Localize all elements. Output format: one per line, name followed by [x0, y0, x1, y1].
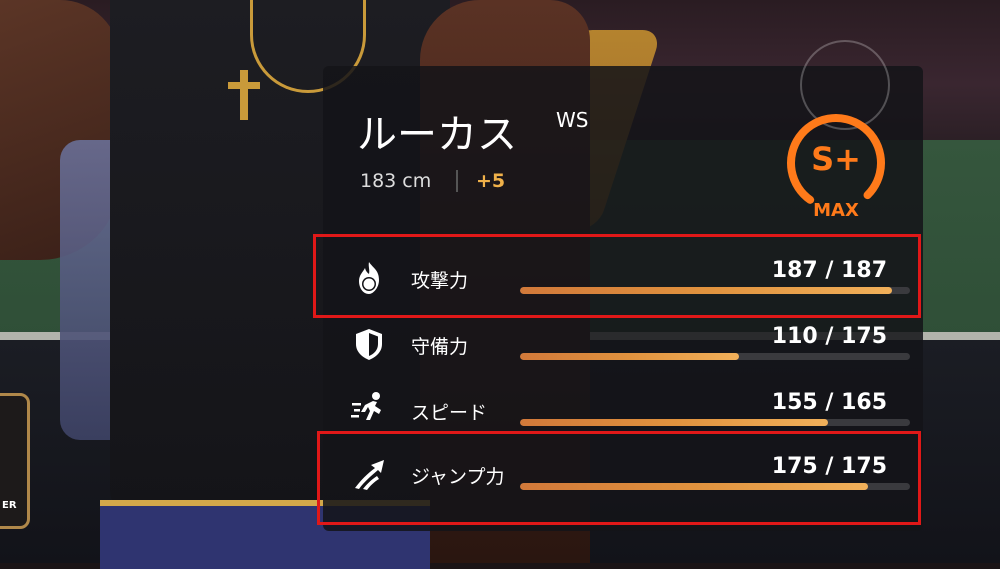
shield-icon — [356, 329, 382, 360]
stat-bar-track — [520, 353, 910, 360]
player-bonus: +5 — [476, 170, 506, 192]
stat-bar-fill — [520, 419, 829, 426]
cross-pendant-bar — [228, 82, 260, 89]
stat-value: 110 / 175 — [771, 324, 887, 349]
rank-grade: S+ — [811, 140, 861, 178]
stat-value: 155 / 165 — [771, 390, 887, 415]
stat-label: スピード — [411, 402, 488, 424]
highlight-box-jump — [317, 431, 921, 525]
stat-label: 守備力 — [411, 336, 469, 358]
highlight-box-attack — [313, 234, 921, 318]
side-badge-text: ER — [2, 500, 17, 511]
divider — [456, 170, 458, 192]
stat-bar-track — [520, 419, 910, 426]
rank-status: MAX — [813, 200, 859, 221]
player-name: ルーカス — [357, 112, 517, 158]
running-figure-icon — [351, 392, 381, 420]
player-height: 183 cm — [360, 170, 432, 192]
cross-pendant-icon — [240, 70, 248, 120]
stat-bar-fill — [520, 353, 739, 360]
player-position: WS — [556, 108, 589, 132]
